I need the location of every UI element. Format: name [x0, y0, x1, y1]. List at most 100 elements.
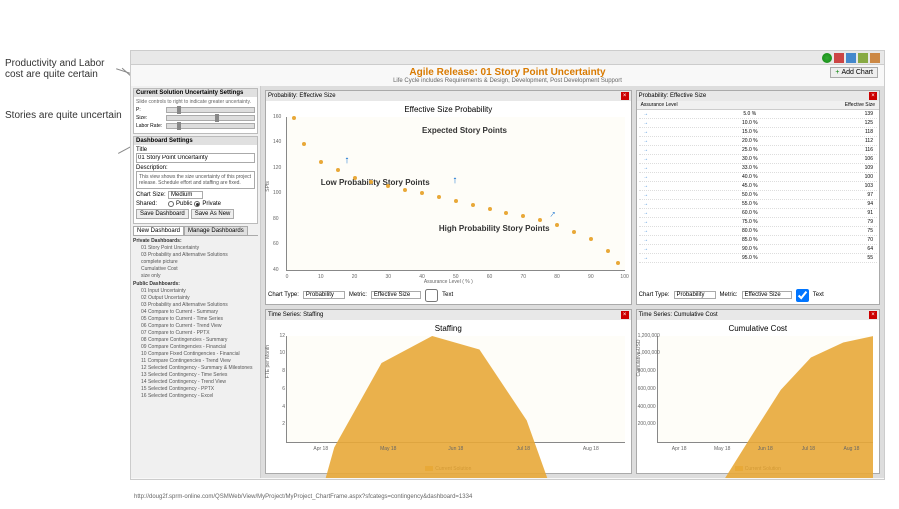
- tree-item[interactable]: 03 Probability and Alternative Solutions: [133, 302, 258, 309]
- tree-item[interactable]: 07 Compare to Current - PPTX: [133, 330, 258, 337]
- slider-thumb[interactable]: [177, 106, 181, 114]
- tab-manage-dashboards[interactable]: Manage Dashboards: [184, 226, 248, 235]
- chart3-plot[interactable]: 24681012Apr 18May 18Jun 18Jul 18Aug 18: [286, 336, 625, 443]
- chart4-plot[interactable]: 200,000400,000600,000800,0001,000,0001,2…: [657, 336, 873, 443]
- tree-item[interactable]: 06 Compare to Current - Trend View: [133, 323, 258, 330]
- arrow-right-icon: →: [639, 237, 653, 243]
- x-tick: Aug 18: [844, 446, 860, 452]
- close-icon[interactable]: ×: [869, 311, 877, 319]
- assurance-pct: 10.0 %: [653, 120, 847, 126]
- slider-track[interactable]: [166, 123, 255, 129]
- assurance-row[interactable]: →80.0 %75: [639, 227, 877, 236]
- assurance-row[interactable]: →40.0 %100: [639, 173, 877, 182]
- arrow-right-icon: →: [639, 219, 653, 225]
- tree-item[interactable]: 09 Compare Contingencies - Financial: [133, 344, 258, 351]
- chart1-x-label: Assurance Level ( % ): [424, 279, 473, 285]
- tree-item[interactable]: complete picture: [133, 259, 258, 266]
- close-icon[interactable]: ×: [869, 92, 877, 100]
- assurance-row[interactable]: →33.0 %109: [639, 164, 877, 173]
- save-dashboard-button[interactable]: Save Dashboard: [136, 209, 189, 219]
- chart-panel-cumulative-cost: Time Series: Cumulative Cost × Cumulativ…: [636, 309, 880, 474]
- callout-high: High Probability Story Points: [439, 224, 550, 233]
- chart4-y-label: Cumulative USD: [636, 340, 642, 377]
- reload-icon[interactable]: [822, 53, 832, 63]
- assurance-val: 112: [847, 138, 877, 144]
- assurance-row[interactable]: →25.0 %116: [639, 146, 877, 155]
- uncertainty-slider-0[interactable]: P:: [136, 107, 255, 113]
- uncertainty-slider-2[interactable]: Labor Rate:: [136, 123, 255, 129]
- tree-item[interactable]: 01 Input Uncertainty: [133, 288, 258, 295]
- title-input[interactable]: [136, 153, 255, 163]
- close-icon[interactable]: ×: [621, 92, 629, 100]
- assurance-row[interactable]: →10.0 %125: [639, 119, 877, 128]
- tool-icon-1[interactable]: [834, 53, 844, 63]
- assurance-row[interactable]: →95.0 %55: [639, 254, 877, 263]
- tree-item[interactable]: 12 Selected Contingency - Summary & Mile…: [133, 365, 258, 372]
- tree-item[interactable]: 13 Selected Contingency - Time Series: [133, 372, 258, 379]
- assurance-pct: 60.0 %: [653, 210, 847, 216]
- assurance-pct: 80.0 %: [653, 228, 847, 234]
- close-icon[interactable]: ×: [621, 311, 629, 319]
- arrow-right-icon: →: [639, 174, 653, 180]
- chart2-text-checkbox[interactable]: [796, 289, 809, 302]
- chart1-charttype-select[interactable]: Probability: [303, 291, 345, 299]
- chart1-text-checkbox[interactable]: [425, 289, 438, 302]
- tree-item[interactable]: 14 Selected Contingency - Trend View: [133, 379, 258, 386]
- assurance-row[interactable]: →85.0 %70: [639, 236, 877, 245]
- data-point: [589, 237, 593, 241]
- tree-item[interactable]: 16 Selected Contingency - Excel: [133, 393, 258, 400]
- tree-item[interactable]: 02 Output Uncertainty: [133, 295, 258, 302]
- tree-item[interactable]: 15 Selected Contingency - PPTX: [133, 386, 258, 393]
- public-dashboards-group[interactable]: Public Dashboards:: [133, 281, 258, 288]
- chart1-plot[interactable]: Expected Story Points Low Probability St…: [286, 117, 625, 271]
- tree-item[interactable]: 11 Compare Contingencies - Trend View: [133, 358, 258, 365]
- arrow-right-icon: →: [639, 255, 653, 261]
- uncertainty-slider-1[interactable]: Size:: [136, 115, 255, 121]
- assurance-val: 139: [847, 111, 877, 117]
- tool-icon-3[interactable]: [858, 53, 868, 63]
- assurance-row[interactable]: →30.0 %106: [639, 155, 877, 164]
- assurance-list[interactable]: →5.0 %139→10.0 %125→15.0 %118→20.0 %112→…: [637, 110, 879, 287]
- data-point: [403, 188, 407, 192]
- chart2-metric-select[interactable]: Effective Size: [742, 291, 792, 299]
- data-point: [488, 207, 492, 211]
- chart2-charttype-select[interactable]: Probability: [674, 291, 716, 299]
- assurance-row[interactable]: →50.0 %97: [639, 191, 877, 200]
- assurance-row[interactable]: →5.0 %139: [639, 110, 877, 119]
- tree-item[interactable]: Cumulative Cost: [133, 266, 258, 273]
- private-radio[interactable]: [194, 201, 200, 207]
- public-radio[interactable]: [168, 201, 174, 207]
- slider-thumb[interactable]: [177, 122, 181, 130]
- chart-size-select[interactable]: Medium: [168, 191, 203, 199]
- tool-icon-2[interactable]: [846, 53, 856, 63]
- assurance-row[interactable]: →90.0 %64: [639, 245, 877, 254]
- tree-item[interactable]: 10 Compare Fixed Contingencies - Financi…: [133, 351, 258, 358]
- chart2-col1: Assurance Level: [641, 102, 678, 108]
- assurance-row[interactable]: →75.0 %79: [639, 218, 877, 227]
- tab-new-dashboard[interactable]: New Dashboard: [133, 226, 184, 235]
- assurance-row[interactable]: →55.0 %94: [639, 200, 877, 209]
- tool-icon-4[interactable]: [870, 53, 880, 63]
- assurance-row[interactable]: →15.0 %118: [639, 128, 877, 137]
- chart1-metric-select[interactable]: Effective Size: [371, 291, 421, 299]
- tree-item[interactable]: 04 Compare to Current - Summary: [133, 309, 258, 316]
- x-tick: 70: [521, 274, 527, 280]
- save-as-new-button[interactable]: Save As New: [191, 209, 235, 219]
- tree-item[interactable]: 05 Compare to Current - Time Series: [133, 316, 258, 323]
- assurance-row[interactable]: →20.0 %112: [639, 137, 877, 146]
- tree-item[interactable]: size only: [133, 273, 258, 280]
- tree-item[interactable]: 01 Story Point Uncertainty: [133, 245, 258, 252]
- slider-track[interactable]: [166, 115, 255, 121]
- add-chart-button[interactable]: Add Chart: [830, 67, 878, 78]
- assurance-val: 64: [847, 246, 877, 252]
- slider-thumb[interactable]: [215, 114, 219, 122]
- private-dashboards-group[interactable]: Private Dashboards:: [133, 238, 258, 245]
- dashboard-tree: Private Dashboards: 01 Story Point Uncer…: [133, 238, 258, 400]
- description-textarea[interactable]: This view shows the size uncertainty of …: [136, 171, 255, 189]
- assurance-row[interactable]: →60.0 %91: [639, 209, 877, 218]
- tree-item[interactable]: 08 Compare Contingencies - Summary: [133, 337, 258, 344]
- slider-track[interactable]: [166, 107, 255, 113]
- assurance-row[interactable]: →45.0 %103: [639, 182, 877, 191]
- tree-item[interactable]: 03 Probability and Alternative Solutions: [133, 252, 258, 259]
- x-tick: Aug 18: [583, 446, 599, 452]
